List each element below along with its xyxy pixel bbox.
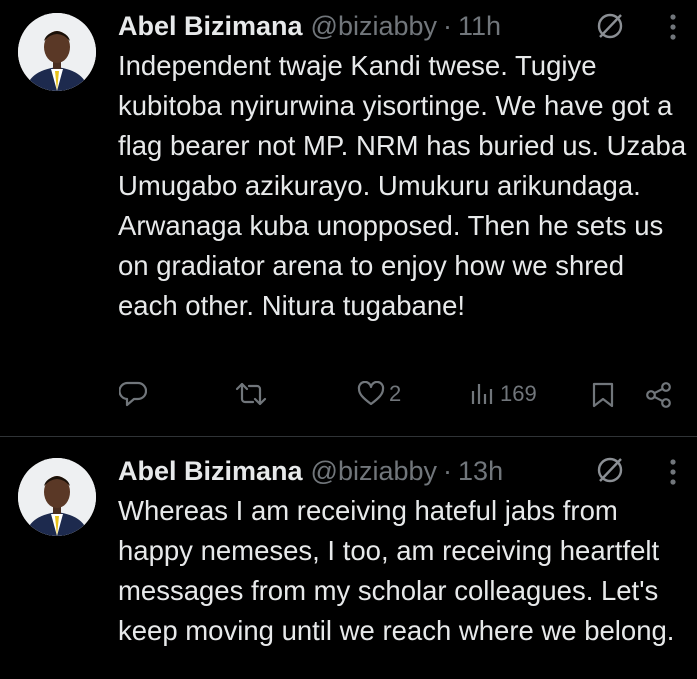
like-button[interactable]: 2	[357, 381, 401, 407]
tweet-text: Whereas I am receiving hateful jabs from…	[118, 495, 675, 646]
tweet-header: Abel Bizimana @biziabby · 13h	[118, 451, 503, 491]
reply-button[interactable]	[119, 381, 147, 407]
tweet-header: Abel Bizimana @biziabby · 11h	[118, 6, 501, 46]
author-name[interactable]: Abel Bizimana	[118, 11, 303, 42]
views-icon	[471, 384, 493, 404]
avatar-image	[18, 13, 96, 91]
bookmark-button[interactable]	[591, 381, 615, 409]
retweet-button[interactable]	[234, 381, 268, 407]
tweet-text: Independent twaje Kandi twese. Tugiye ku…	[118, 50, 687, 321]
grok-icon[interactable]	[594, 454, 626, 486]
reply-icon	[119, 381, 147, 407]
author-name[interactable]: Abel Bizimana	[118, 456, 303, 487]
like-count: 2	[389, 381, 402, 406]
tweet[interactable]: Abel Bizimana @biziabby · 11h Independen…	[0, 0, 697, 436]
more-icon[interactable]	[668, 12, 678, 42]
tweet[interactable]: Abel Bizimana @biziabby · 13h Whereas I …	[0, 437, 697, 679]
avatar-image	[18, 458, 96, 536]
grok-icon[interactable]	[594, 10, 626, 42]
retweet-icon	[235, 382, 267, 406]
timestamp[interactable]: 13h	[458, 456, 503, 487]
action-bar: 2 169	[0, 381, 697, 421]
heart-icon	[357, 381, 385, 406]
bookmark-icon	[592, 382, 614, 408]
view-count: 169	[500, 381, 537, 406]
share-icon	[646, 382, 671, 408]
separator: ·	[443, 10, 453, 41]
avatar[interactable]	[18, 458, 96, 536]
author-handle[interactable]: @biziabby	[311, 456, 437, 487]
share-button[interactable]	[645, 381, 673, 409]
avatar[interactable]	[18, 13, 96, 91]
more-icon[interactable]	[668, 457, 678, 487]
views-button[interactable]: 169	[470, 381, 537, 407]
timestamp[interactable]: 11h	[458, 11, 501, 42]
separator: ·	[443, 455, 453, 486]
author-handle[interactable]: @biziabby	[311, 11, 437, 42]
